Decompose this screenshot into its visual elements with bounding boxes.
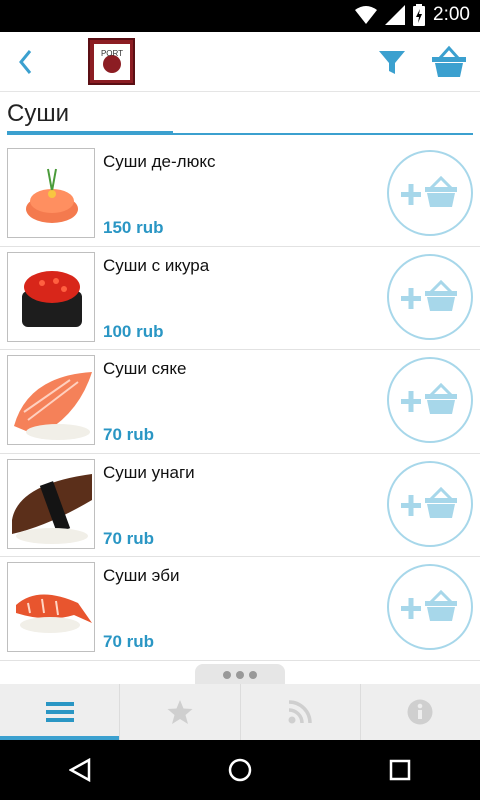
app-logo[interactable]: PORT [88,38,135,85]
item-name: Суши де-люкс [103,152,216,171]
item-price: 70 rub [103,528,155,548]
item-price: 150 rub [103,218,164,237]
add-to-cart-button[interactable] [387,150,473,236]
product-image [7,355,95,445]
status-icons: 2:00 [355,4,470,26]
basket-icon [432,45,466,77]
add-to-cart-button[interactable] [387,460,473,547]
more-handle[interactable] [195,664,285,686]
battery-icon [413,4,426,26]
star-icon [167,700,193,724]
system-nav-bar [0,740,480,800]
tab-news[interactable] [241,684,361,740]
add-to-basket-icon [401,175,457,207]
recents-square-icon[interactable] [389,759,411,781]
tab-info[interactable] [361,684,480,740]
add-to-basket-icon [401,279,457,311]
chevron-left-icon [19,50,32,74]
back-triangle-icon[interactable] [68,758,91,782]
list-item[interactable]: Суши эби 70 rub [0,557,480,661]
back-button[interactable] [10,44,40,80]
home-circle-icon[interactable] [228,758,252,782]
svg-text:PORT: PORT [100,49,122,58]
item-price: 100 rub [103,321,164,341]
status-time: 2:00 [433,4,470,25]
action-bar: PORT [0,32,480,92]
list-item[interactable]: Суши с икура 100 rub [0,247,480,350]
item-name: Суши эби [103,566,180,585]
status-bar: 2:00 [0,0,480,32]
item-price: 70 rub [103,632,155,651]
info-icon [407,699,433,725]
product-image [7,562,95,652]
cart-button[interactable] [430,44,468,80]
bottom-tab-bar [0,684,480,740]
product-list: Суши де-люкс 150 rub Суши с икура 100 ru… [0,143,480,661]
add-to-basket-icon [401,486,457,518]
add-to-basket-icon [401,589,457,621]
menu-icon [45,702,74,722]
rss-icon [288,700,312,724]
title-underline-accent [7,131,173,135]
tab-menu[interactable] [0,684,121,740]
list-item[interactable]: Суши де-люкс 150 rub [0,143,480,247]
more-dot [249,671,257,679]
filter-icon [379,51,405,74]
add-to-cart-button[interactable] [387,564,473,650]
item-name: Суши сяке [103,359,187,378]
signal-icon [385,5,406,25]
list-item[interactable]: Суши сяке 70 rub [0,350,480,454]
product-image [7,251,95,342]
product-image [7,458,95,549]
more-dot [236,671,244,679]
filter-button[interactable] [376,46,408,78]
add-to-basket-icon [401,382,457,414]
add-to-cart-button[interactable] [387,357,473,443]
more-dot [223,671,231,679]
product-image [7,148,95,238]
wifi-icon [355,6,378,24]
item-name: Суши унаги [103,462,195,482]
item-name: Суши с икура [103,255,210,275]
page-title: Суши [7,100,69,127]
item-price: 70 rub [103,425,155,444]
add-to-cart-button[interactable] [387,253,473,340]
tab-favorites[interactable] [120,684,241,740]
logo-image: PORT [93,43,130,80]
list-item[interactable]: Суши унаги 70 rub [0,454,480,557]
